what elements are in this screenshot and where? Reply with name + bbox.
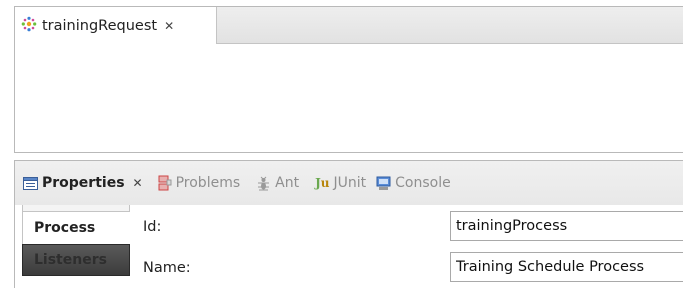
- tab-junit[interactable]: Ju JUnit: [315, 161, 366, 205]
- tab-properties[interactable]: Properties ✕: [15, 161, 143, 205]
- junit-icon: Ju: [315, 176, 330, 190]
- editor-tab-title: trainingRequest: [42, 18, 158, 34]
- id-label: Id:: [143, 219, 162, 235]
- process-gear-icon: [21, 16, 37, 36]
- editor-panel: trainingRequest ✕: [14, 6, 683, 153]
- name-label: Name:: [143, 260, 191, 276]
- tab-console[interactable]: Console: [376, 161, 451, 205]
- problems-icon: [158, 175, 172, 191]
- ant-icon: [256, 176, 271, 191]
- name-field[interactable]: [450, 252, 683, 282]
- tab-problems-label: Problems: [175, 175, 241, 191]
- side-tabs-top-edge: [22, 205, 130, 212]
- close-icon[interactable]: ✕: [164, 19, 174, 33]
- view-tab-bar: Properties ✕ Problems Ant J u JUnit Cons…: [15, 161, 683, 205]
- tab-ant[interactable]: Ant: [256, 161, 299, 205]
- tab-properties-label: Properties: [42, 175, 125, 191]
- console-icon: [376, 176, 391, 191]
- editor-tab-trainingrequest[interactable]: trainingRequest ✕: [15, 7, 217, 45]
- close-icon[interactable]: ✕: [133, 176, 143, 190]
- side-tab-process[interactable]: Process: [22, 212, 130, 244]
- properties-body: Process Listeners Id: Name:: [15, 205, 683, 288]
- tab-console-label: Console: [395, 175, 451, 191]
- properties-icon: [23, 176, 38, 190]
- editor-tab-bar: trainingRequest ✕: [15, 7, 683, 45]
- side-tab-listeners[interactable]: Listeners: [22, 244, 130, 276]
- id-field[interactable]: [450, 211, 683, 241]
- properties-side-tabs: Process Listeners: [22, 205, 130, 276]
- tab-problems[interactable]: Problems: [158, 161, 241, 205]
- editor-canvas[interactable]: [15, 44, 683, 152]
- properties-panel: Properties ✕ Problems Ant J u JUnit Cons…: [14, 160, 683, 288]
- tab-ant-label: Ant: [275, 175, 300, 191]
- tab-junit-label: JUnit: [333, 175, 367, 191]
